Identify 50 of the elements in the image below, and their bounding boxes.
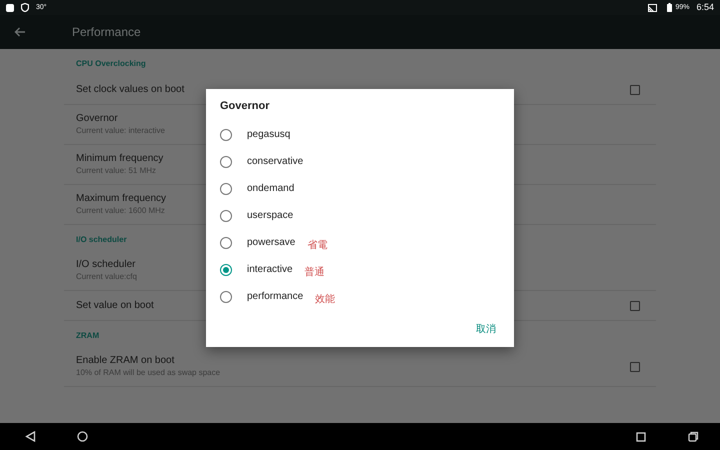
option-label: powersave <box>247 236 296 250</box>
setting-title: Set clock values on boot <box>76 83 184 96</box>
cancel-button[interactable]: 取消 <box>474 322 498 337</box>
checkbox[interactable] <box>630 84 640 94</box>
option-label: userspace <box>247 209 294 223</box>
setting-title: Set value on boot <box>76 299 154 312</box>
overlapping-squares-icon[interactable] <box>688 431 699 442</box>
governor-option[interactable]: ondemand <box>206 175 514 202</box>
back-triangle-icon[interactable] <box>25 431 36 442</box>
handwritten-note: 省電 <box>307 238 328 253</box>
radio-button[interactable] <box>220 264 232 276</box>
governor-option[interactable]: conservative <box>206 148 514 175</box>
setting-title: Minimum frequency <box>76 152 164 165</box>
radio-button[interactable] <box>220 182 232 194</box>
option-label: ondemand <box>247 182 294 196</box>
governor-option[interactable]: powersave 省電 <box>206 229 514 256</box>
checkbox[interactable] <box>630 300 640 310</box>
back-arrow-icon <box>14 27 26 37</box>
governor-option[interactable]: userspace <box>206 202 514 229</box>
dialog-title: Governor <box>220 99 271 113</box>
setting-title: I/O scheduler <box>76 258 136 271</box>
checkbox[interactable] <box>630 362 640 372</box>
option-label: interactive <box>247 263 293 277</box>
section-header: I/O scheduler <box>76 234 127 246</box>
radio-button[interactable] <box>220 236 232 248</box>
clock-time: 6:54 <box>696 3 714 12</box>
setting-title: Governor <box>76 112 118 125</box>
option-label: pegasusq <box>247 128 290 142</box>
notification-square-icon <box>6 4 14 12</box>
radio-button[interactable] <box>220 156 232 168</box>
battery-icon <box>667 3 672 12</box>
handwritten-note: 效能 <box>315 292 336 307</box>
setting-title: Maximum frequency <box>76 192 166 205</box>
handwritten-note: 普通 <box>304 266 325 280</box>
cast-icon <box>648 4 658 12</box>
governor-option[interactable]: performance 效能 <box>206 283 514 310</box>
option-label: performance <box>247 290 304 304</box>
app-bar-title: Performance <box>72 24 141 41</box>
home-circle-icon[interactable] <box>77 431 88 442</box>
setting-title: Enable ZRAM on boot <box>76 354 174 367</box>
section-header: CPU Overclocking <box>76 58 146 70</box>
radio-button[interactable] <box>220 210 232 222</box>
shield-icon <box>21 3 29 12</box>
section-header: ZRAM <box>76 330 100 342</box>
governor-option[interactable]: interactive 普通 <box>206 256 514 283</box>
option-label: conservative <box>247 155 304 169</box>
square-icon[interactable] <box>636 432 646 442</box>
radio-button[interactable] <box>220 290 232 302</box>
radio-button[interactable] <box>220 128 232 140</box>
governor-option[interactable]: pegasusq <box>206 121 514 148</box>
